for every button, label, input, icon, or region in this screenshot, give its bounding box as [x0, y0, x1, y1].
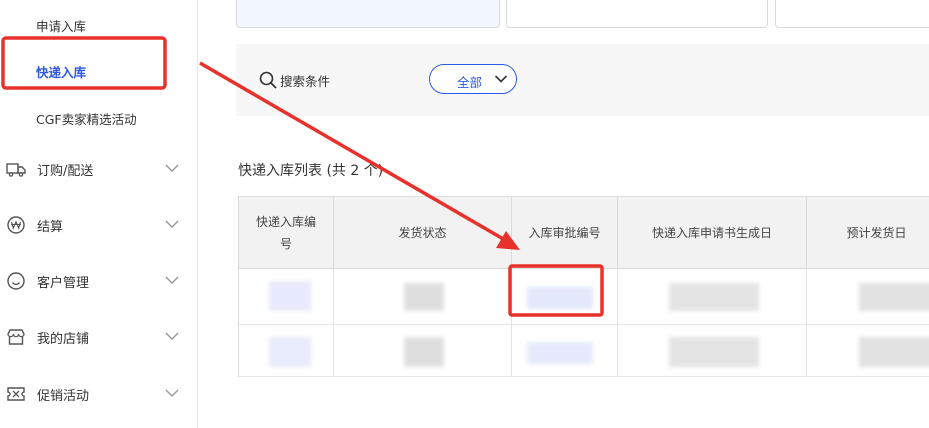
annotation-overlay: [1, 36, 604, 317]
highlight-box-approval-no: [508, 264, 604, 317]
arrow-head-icon: [496, 231, 520, 250]
annotation-arrow: [199, 61, 506, 242]
highlight-box-sidebar: [1, 36, 167, 90]
